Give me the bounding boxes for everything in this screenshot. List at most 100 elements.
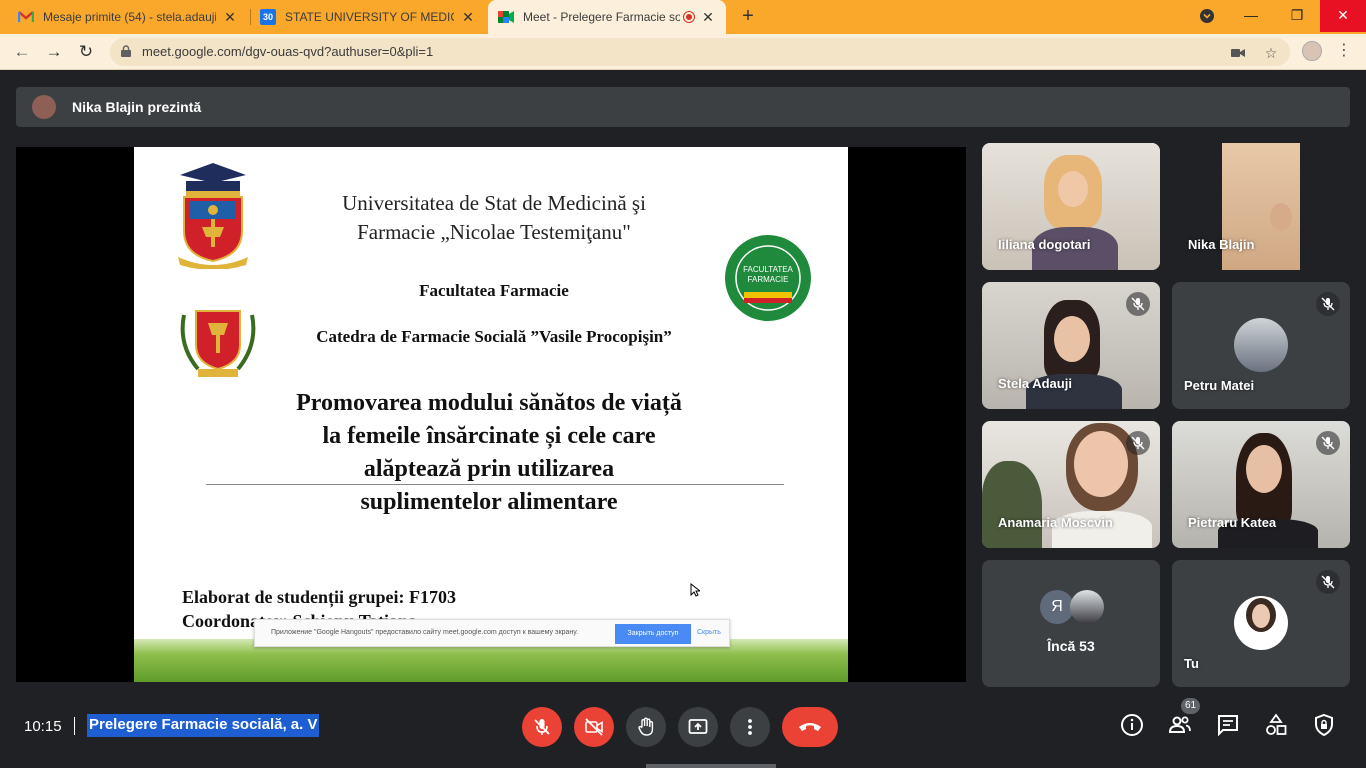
more-options-button[interactable] — [730, 707, 770, 747]
background-plant — [982, 461, 1042, 548]
muted-mic-icon — [1126, 292, 1150, 316]
raise-hand-button[interactable] — [626, 707, 666, 747]
tab-title: STATE UNIVERSITY OF MEDICINE — [285, 10, 454, 24]
back-button[interactable]: ← — [10, 40, 34, 64]
meeting-title: Prelegere Farmacie socială, a. V — [87, 714, 320, 737]
more-participants-label: Încă 53 — [1047, 638, 1095, 654]
participant-name: Tu — [1184, 656, 1199, 671]
presenter-avatar — [32, 95, 56, 119]
logo-text: FACULTATEA — [743, 265, 793, 274]
tab-meet[interactable]: Meet - Prelegere Farmacie so ✕ — [488, 0, 726, 34]
forward-button[interactable]: → — [42, 40, 66, 64]
participant-avatar — [1070, 590, 1104, 624]
people-button[interactable] — [1168, 713, 1194, 739]
mouse-cursor-icon — [690, 583, 700, 597]
participant-tile[interactable]: Nika Blajin — [1172, 143, 1350, 270]
faculty-crest-icon — [180, 310, 256, 377]
new-tab-button[interactable]: + — [736, 5, 760, 29]
tab-university[interactable]: 30 STATE UNIVERSITY OF MEDICINE ✕ — [250, 0, 486, 34]
lock-icon — [121, 45, 131, 57]
participant-face — [1054, 316, 1090, 362]
leave-call-button[interactable] — [782, 707, 838, 747]
hang-up-icon — [799, 723, 821, 731]
participant-tile[interactable]: Petru Matei — [1172, 282, 1350, 409]
participant-face — [1058, 171, 1088, 207]
camera-toggle-button[interactable] — [574, 707, 614, 747]
people-icon — [1168, 716, 1191, 733]
topic-line: alăptează prin utilizarea — [363, 456, 615, 482]
self-tile[interactable]: Tu — [1172, 560, 1350, 687]
participant-face — [1074, 431, 1128, 497]
muted-mic-icon — [1126, 431, 1150, 455]
participant-name: Stela Adauji — [998, 376, 1072, 391]
presentation-stage: Universitatea de Stat de Medicină şi Far… — [16, 147, 966, 682]
restore-button[interactable]: ❐ — [1274, 0, 1320, 32]
muted-mic-icon — [1316, 431, 1340, 455]
tab-close-icon[interactable]: ✕ — [700, 9, 716, 25]
muted-mic-icon — [1316, 292, 1340, 316]
participant-face — [1270, 203, 1292, 231]
muted-mic-icon — [1316, 570, 1340, 594]
host-controls-button[interactable] — [1312, 713, 1338, 739]
topic-line: Promovarea modului sănătos de viață — [296, 390, 682, 416]
activities-icon — [1266, 713, 1287, 735]
camera-off-icon — [585, 718, 603, 736]
tab-title: Mesaje primite (54) - stela.adauji — [43, 10, 216, 24]
meet-icon — [498, 9, 514, 25]
horizontal-scrollbar[interactable] — [646, 764, 776, 768]
camera-icon[interactable] — [1229, 44, 1247, 62]
participant-tile[interactable]: Pietraru Katea — [1172, 421, 1350, 548]
reload-button[interactable]: ↻ — [74, 40, 98, 64]
tab-gmail[interactable]: Mesaje primite (54) - stela.adauji ✕ — [8, 0, 248, 34]
tab-close-icon[interactable]: ✕ — [222, 9, 238, 25]
faculty-pharmacy-logo-icon: FACULTATEA FARMACIE — [725, 235, 811, 321]
minimize-button[interactable]: — — [1228, 0, 1274, 32]
university-line: Universitatea de Stat de Medicină şi — [342, 191, 646, 215]
hide-notice-button[interactable]: Скрыть — [697, 629, 721, 636]
participant-face — [1246, 445, 1282, 493]
presenter-bar: Nika Blajin prezintă — [16, 87, 1350, 127]
more-participants-tile[interactable]: Я Încă 53 — [982, 560, 1160, 687]
participant-name: Nika Blajin — [1188, 237, 1255, 252]
browser-toolbar: ← → ↻ meet.google.com/dgv-ouas-qvd?authu… — [0, 34, 1366, 70]
more-vert-icon — [748, 719, 752, 735]
presentation-slide: Universitatea de Stat de Medicină şi Far… — [134, 147, 848, 682]
university-crest-icon — [178, 163, 248, 269]
participant-count-badge: 61 — [1181, 698, 1200, 714]
tab-search-button[interactable] — [1184, 0, 1230, 32]
presenter-text: Nika Blajin prezintă — [72, 99, 202, 115]
present-icon — [688, 719, 708, 734]
slide-elaborated: Elaborat de studenții grupei: F1703 — [182, 587, 457, 607]
topic-line: la femeile însărcinate și cele care — [322, 423, 656, 449]
participant-tile[interactable]: Anamaria Moscvin — [982, 421, 1160, 548]
participant-name: Petru Matei — [1184, 378, 1255, 393]
recording-icon — [683, 11, 695, 23]
slide-faculty: Facultatea Farmacie — [419, 281, 569, 300]
chat-icon — [1218, 715, 1238, 737]
present-screen-button[interactable] — [678, 707, 718, 747]
slide-divider — [206, 484, 784, 485]
chat-button[interactable] — [1216, 713, 1242, 739]
meeting-details-button[interactable] — [1120, 713, 1146, 739]
meeting-clock: 10:15 — [24, 718, 62, 735]
window-close-button[interactable]: ✕ — [1320, 0, 1366, 32]
tab-close-icon[interactable]: ✕ — [460, 9, 476, 25]
participant-initial-avatar: Я — [1040, 590, 1074, 624]
mic-off-icon — [534, 719, 550, 735]
participant-name: Anamaria Moscvin — [998, 515, 1113, 530]
participant-name: Iiliana dogotari — [998, 237, 1091, 252]
participant-tile[interactable]: Stela Adauji — [982, 282, 1160, 409]
participant-tile[interactable]: Iiliana dogotari — [982, 143, 1160, 270]
university-name: Universitatea de Stat de Medicină şi Far… — [279, 189, 709, 247]
profile-avatar[interactable] — [1302, 41, 1322, 61]
star-icon[interactable]: ☆ — [1262, 44, 1280, 62]
calendar-icon: 30 — [260, 9, 276, 25]
slide-department: Catedra de Farmacie Socială ”Vasile Proc… — [316, 327, 672, 346]
microphone-toggle-button[interactable] — [522, 707, 562, 747]
address-bar[interactable]: meet.google.com/dgv-ouas-qvd?authuser=0&… — [110, 38, 1290, 66]
participant-avatar — [1234, 318, 1288, 372]
browser-menu-icon[interactable]: ⋮ — [1336, 40, 1352, 62]
stop-sharing-button[interactable]: Закрыть доступ — [615, 624, 691, 644]
browser-tab-strip: Mesaje primite (54) - stela.adauji ✕ 30 … — [0, 0, 1366, 34]
activities-button[interactable] — [1264, 713, 1290, 739]
